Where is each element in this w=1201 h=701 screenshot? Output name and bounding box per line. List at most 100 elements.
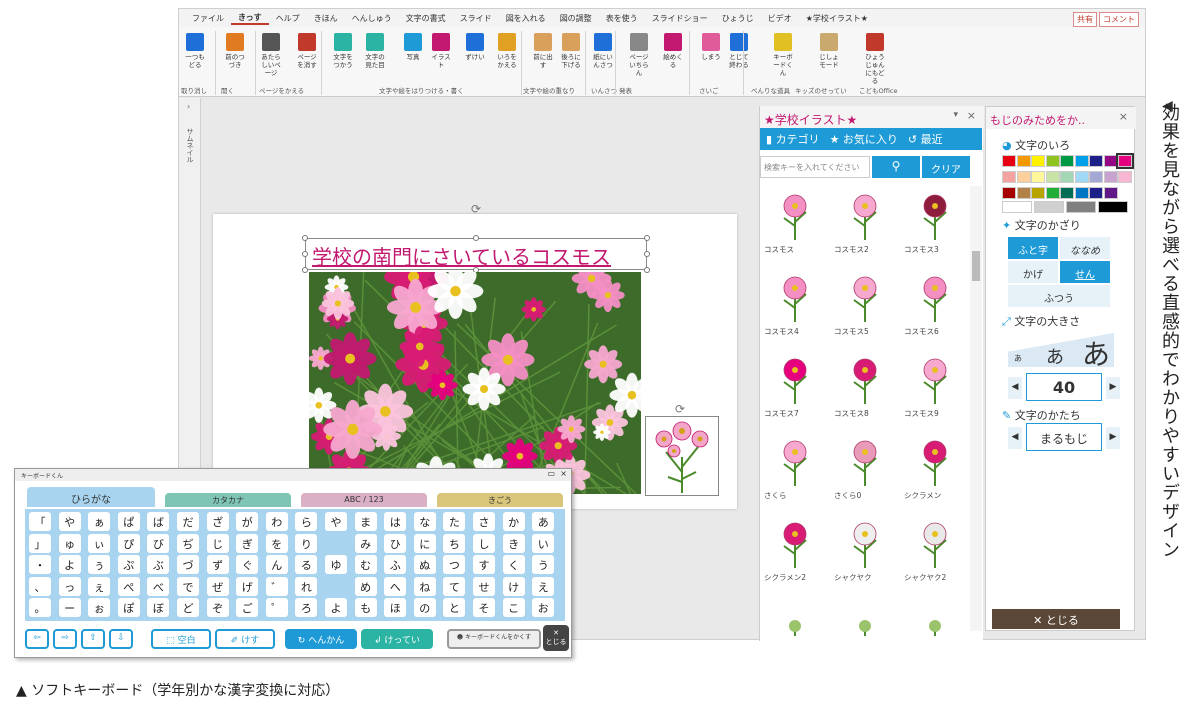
tab-category[interactable]: ▮ カテゴリ [766, 131, 820, 147]
keyboard-key[interactable]: ち [443, 533, 466, 553]
close-icon[interactable]: × [1119, 110, 1128, 123]
keyboard-key[interactable]: ぐ [236, 555, 259, 574]
keyboard-key[interactable]: む [354, 555, 377, 574]
ribbon-button[interactable]: いろをかえる [495, 29, 519, 69]
keyboard-key[interactable]: え [532, 576, 555, 596]
keyboard-key[interactable]: け [502, 576, 525, 596]
keyboard-key[interactable]: み [354, 533, 377, 553]
ribbon-button[interactable]: ずけい [463, 29, 487, 61]
illust-item[interactable]: シャクヤク2 [902, 514, 968, 592]
illust-item[interactable]: さくら [762, 432, 828, 510]
keyboard-key[interactable]: て [443, 576, 466, 596]
keyboard-key[interactable]: よ [58, 555, 81, 574]
illust-item[interactable]: コスモス3 [902, 186, 968, 264]
keyboard-key[interactable]: と [443, 598, 466, 617]
keyboard-key[interactable]: っ [58, 576, 81, 596]
keyboard-key[interactable]: こ [502, 598, 525, 617]
keyboard-key[interactable]: ぎ [236, 533, 259, 553]
rotate-handle-icon[interactable]: ⟳ [471, 202, 481, 216]
keyboard-key[interactable]: 、 [29, 576, 51, 596]
color-swatch[interactable] [1016, 171, 1031, 183]
keyboard-key[interactable]: ほ [384, 598, 407, 617]
keyboard-key[interactable]: を [265, 533, 288, 553]
cosmos-illustration[interactable] [645, 416, 719, 496]
keyboard-key[interactable]: ゅ [58, 533, 81, 553]
illust-item[interactable]: さくら0 [832, 432, 898, 510]
ribbon-button[interactable]: 前に出す [531, 29, 555, 69]
shape-value-field[interactable]: まるもじ [1026, 423, 1102, 451]
menu-item[interactable]: スライド [453, 13, 499, 24]
tab-katakana[interactable]: カタカナ [165, 493, 291, 507]
shadow-button[interactable]: かげ [1008, 261, 1058, 283]
keyboard-key[interactable]: べ [147, 576, 170, 596]
illust-item[interactable]: コスモス [762, 186, 828, 264]
keyboard-key[interactable]: ぇ [88, 576, 111, 596]
ribbon-button[interactable]: 絵めくる [661, 29, 685, 69]
color-swatch[interactable] [1103, 155, 1118, 167]
keyboard-key[interactable]: ぽ [117, 598, 140, 617]
tab-recent[interactable]: ↺ 最近 [908, 131, 943, 147]
size-samples[interactable]: あ あ あ [1008, 329, 1114, 371]
keyboard-key[interactable]: ぞ [206, 598, 229, 617]
keyboard-key[interactable]: ま [354, 512, 377, 531]
color-swatch[interactable] [1016, 187, 1031, 199]
expand-arrow-icon[interactable]: › [187, 102, 190, 111]
illust-item[interactable]: コスモス7 [762, 350, 828, 428]
color-swatch[interactable] [1002, 171, 1016, 183]
illust-item[interactable]: コスモス5 [832, 268, 898, 346]
normal-button[interactable]: ふつう [1008, 285, 1110, 307]
color-swatch[interactable] [1089, 171, 1103, 183]
keyboard-key[interactable]: ひ [384, 533, 407, 553]
hide-keyboard-button[interactable]: ☻ キーボードくんをかくす [447, 629, 541, 649]
keyboard-key[interactable]: う [532, 555, 555, 574]
color-swatch[interactable] [1045, 155, 1060, 167]
keyboard-close-button[interactable]: ✕ とじる [543, 625, 569, 651]
left-arrow-key[interactable]: ⇦ [25, 629, 49, 649]
keyboard-key[interactable]: わ [265, 512, 288, 531]
keyboard-key[interactable]: よ [325, 598, 347, 617]
keyboard-key[interactable]: げ [236, 576, 259, 596]
keyboard-key[interactable]: ふ [384, 555, 407, 574]
up-arrow-key[interactable]: ⇧ [81, 629, 105, 649]
keyboard-key[interactable]: く [502, 555, 525, 574]
menu-item[interactable]: きっす [231, 12, 269, 25]
color-swatch[interactable] [1060, 187, 1074, 199]
color-swatch[interactable] [1089, 155, 1103, 167]
keyboard-key[interactable]: ぷ [117, 555, 140, 574]
keyboard-key[interactable]: せ [473, 576, 495, 596]
keyboard-key[interactable]: ぢ [177, 533, 199, 553]
minimize-icon[interactable]: ▭ [547, 469, 555, 478]
keyboard-key[interactable]: ね [413, 576, 436, 596]
size-medium-sample[interactable]: あ [1046, 343, 1064, 369]
keyboard-key[interactable]: き [502, 533, 525, 553]
resize-handle[interactable] [644, 251, 650, 257]
slide-canvas[interactable]: ⟳ 学校の南門にさいているコスモス ⟳ [213, 202, 737, 509]
menu-item[interactable]: きほん [307, 13, 345, 24]
ribbon-button[interactable]: じしょモード [817, 29, 841, 69]
shape-prev-button[interactable]: ◀ [1008, 427, 1022, 449]
convert-key[interactable]: ↻ へんかん [285, 629, 357, 649]
resize-handle[interactable] [644, 267, 650, 273]
keyboard-key[interactable]: び [147, 533, 170, 553]
keyboard-key[interactable]: ご [236, 598, 259, 617]
menu-item[interactable]: ヘルプ [269, 13, 307, 24]
ribbon-button[interactable]: 一つもどる [183, 29, 207, 69]
keyboard-key[interactable]: づ [177, 555, 199, 574]
keyboard-key[interactable]: ぺ [117, 576, 140, 596]
resize-handle[interactable] [644, 235, 650, 241]
keyboard-key[interactable]: ろ [295, 598, 318, 617]
shape-next-button[interactable]: ▶ [1106, 427, 1120, 449]
ribbon-button[interactable]: キーボードくん [771, 29, 795, 77]
keyboard-key[interactable]: ・ [29, 555, 51, 574]
ribbon-button[interactable]: 前のつづき [223, 29, 247, 69]
keyboard-key[interactable]: ゆ [325, 555, 347, 574]
illust-item[interactable]: コスモス6 [902, 268, 968, 346]
color-swatch[interactable] [1002, 187, 1016, 199]
color-swatch[interactable] [1074, 187, 1089, 199]
menu-item[interactable]: ★学校イラスト★ [799, 13, 875, 24]
keyboard-key[interactable]: ば [147, 512, 170, 531]
illust-item[interactable]: コスモス9 [902, 350, 968, 428]
color-swatch[interactable] [1016, 155, 1031, 167]
resize-handle[interactable] [302, 267, 308, 273]
keyboard-key[interactable]: ゛ [265, 576, 288, 596]
